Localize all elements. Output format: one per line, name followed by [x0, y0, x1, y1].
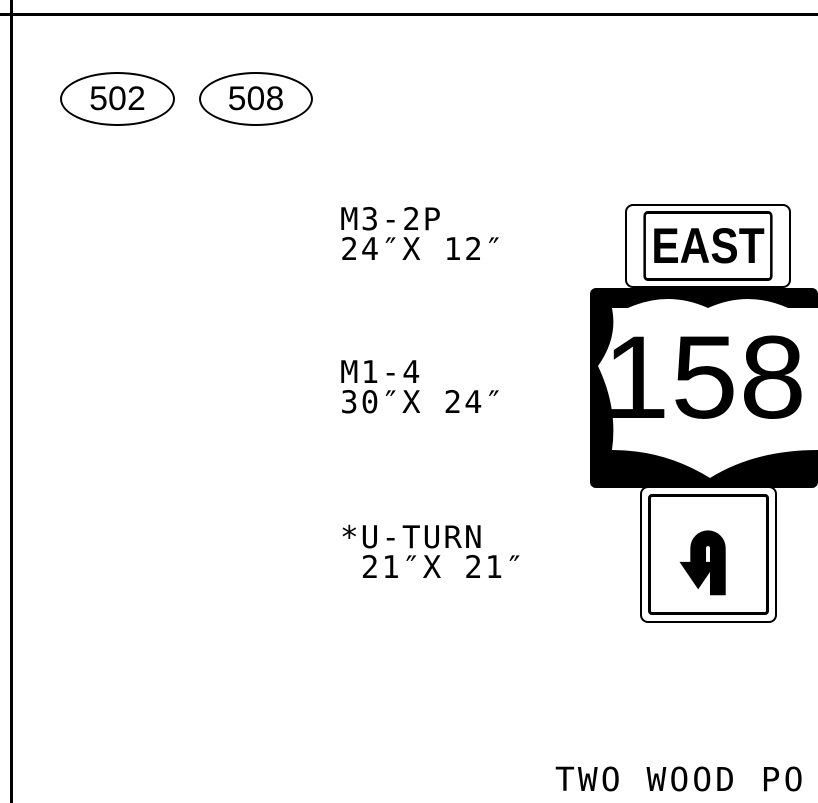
callout-oval-508: 508 — [199, 72, 313, 126]
drawing-border-top — [0, 13, 818, 16]
callout-oval-502: 502 — [60, 72, 175, 126]
sign-code: M3-2P — [340, 202, 444, 238]
callout-label: 502 — [89, 79, 146, 118]
sign-size: 30″X 24″ — [340, 385, 506, 421]
sign-label-m3-2p: M3-2P 24″X 12″ — [340, 202, 506, 268]
u-turn-left-arrow-icon — [679, 530, 726, 596]
route-number: 158 — [602, 312, 807, 444]
east-sign-panel: EAST — [643, 211, 773, 281]
footer-note: TWO WOOD PO — [555, 760, 807, 799]
us-route-shield-sign: 158 — [590, 288, 818, 488]
u-turn-sign-panel — [648, 494, 769, 615]
east-sign-text: EAST — [651, 218, 765, 274]
u-turn-sign — [640, 486, 777, 623]
u-turn-arrow-shape — [679, 530, 726, 596]
sign-code: M1-4 — [340, 355, 423, 391]
drawing-border-left — [10, 0, 13, 803]
sign-code: *U-TURN — [340, 520, 485, 556]
callout-label: 508 — [227, 79, 285, 118]
route-shield-graphic: 158 — [590, 288, 818, 488]
sign-label-u-turn: *U-TURN 21″X 21″ — [340, 520, 526, 586]
sign-size: 24″X 12″ — [340, 232, 506, 268]
east-cardinal-sign: EAST — [625, 204, 791, 288]
sign-size: 21″X 21″ — [340, 550, 526, 586]
sign-label-m1-4: M1-4 30″X 24″ — [340, 355, 506, 421]
